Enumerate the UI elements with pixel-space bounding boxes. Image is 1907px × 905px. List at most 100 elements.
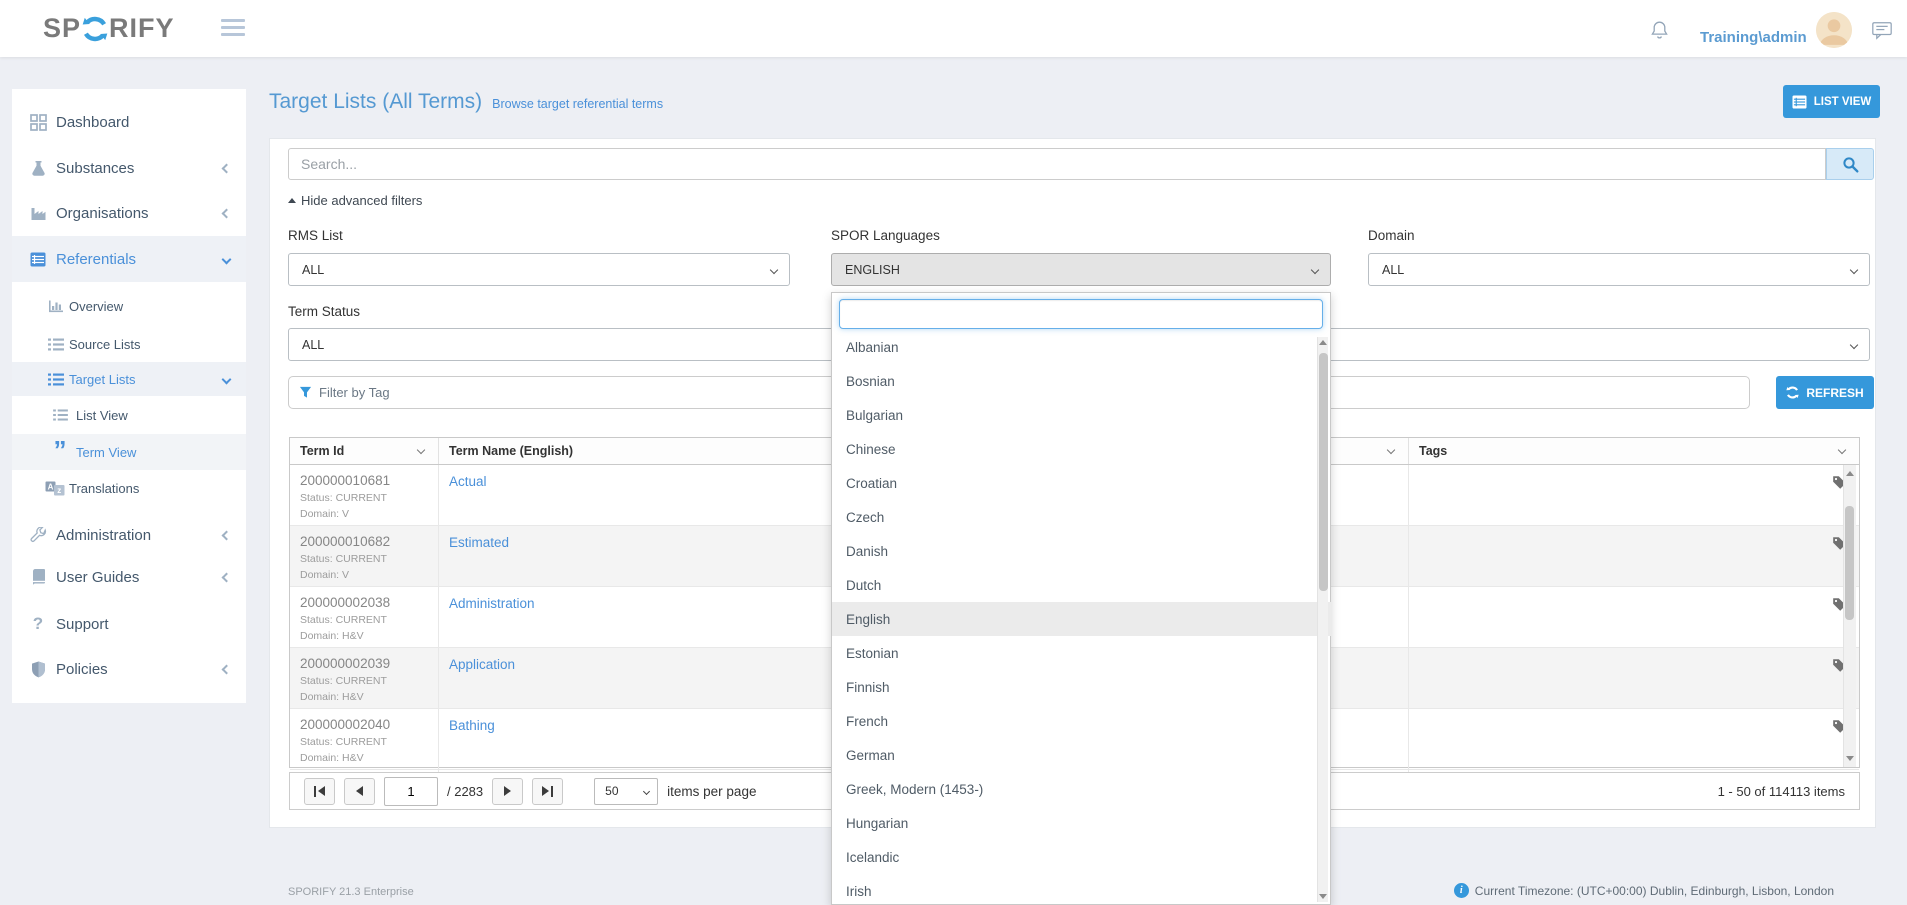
language-option[interactable]: Irish <box>832 874 1332 905</box>
sidebar-item-support[interactable]: ? Support <box>12 602 246 646</box>
language-option[interactable]: Danish <box>832 534 1332 568</box>
page-size-select[interactable]: 50 <box>594 778 658 805</box>
chevron-down-icon <box>222 374 232 384</box>
question-icon: ? <box>28 614 48 634</box>
domain-select[interactable]: ALL <box>1368 253 1870 286</box>
sidebar-item-overview[interactable]: Overview <box>12 291 246 321</box>
sidebar-item-dashboard[interactable]: Dashboard <box>12 100 246 144</box>
scroll-down-icon[interactable] <box>1319 894 1327 899</box>
column-header-term-id[interactable]: Term Id <box>290 438 439 464</box>
chevron-down-icon <box>222 254 232 264</box>
next-page-button[interactable] <box>492 778 523 805</box>
language-option[interactable]: Bulgarian <box>832 398 1332 432</box>
refresh-button[interactable]: REFRESH <box>1776 376 1874 409</box>
svg-text:z: z <box>57 486 61 495</box>
spor-languages-select[interactable]: ENGLISH <box>831 253 1331 286</box>
sidebar-item-list-view[interactable]: List View <box>12 400 246 430</box>
chevron-down-icon <box>1850 265 1858 273</box>
sidebar-item-substances[interactable]: Substances <box>12 146 246 190</box>
scroll-up-icon[interactable] <box>1319 340 1327 345</box>
logo-refresh-icon <box>82 16 108 42</box>
term-id-cell: 200000002039 Status: CURRENT Domain: H&V <box>290 648 439 711</box>
search-input[interactable] <box>288 148 1826 180</box>
language-option[interactable]: Czech <box>832 500 1332 534</box>
chevron-down-icon <box>770 265 778 273</box>
logo-text-prefix: SP <box>43 13 81 44</box>
language-option[interactable]: Greek, Modern (1453-) <box>832 772 1332 806</box>
term-link[interactable]: Estimated <box>449 535 509 550</box>
dropdown-scrollbar[interactable] <box>1317 337 1328 902</box>
list-icon <box>46 373 66 386</box>
hide-advanced-filters-toggle[interactable]: Hide advanced filters <box>288 193 422 208</box>
language-option[interactable]: Croatian <box>832 466 1332 500</box>
sidebar-item-target-lists[interactable]: Target Lists <box>12 362 246 396</box>
avatar[interactable] <box>1816 12 1852 48</box>
timezone-info: i Current Timezone: (UTC+00:00) Dublin, … <box>1454 883 1834 898</box>
scrollbar-thumb[interactable] <box>1319 353 1328 591</box>
sidebar-item-user-guides[interactable]: User Guides <box>12 555 246 599</box>
tags-cell <box>1409 709 1859 772</box>
feedback-chat-icon[interactable] <box>1872 22 1892 45</box>
sidebar-item-term-view[interactable]: ” Term View <box>12 434 246 470</box>
language-option-selected[interactable]: English <box>832 602 1332 636</box>
sidebar-item-referentials[interactable]: Referentials <box>12 236 246 282</box>
book-icon <box>28 569 48 586</box>
first-page-button[interactable] <box>304 778 335 805</box>
term-link[interactable]: Bathing <box>449 718 495 733</box>
search-icon <box>1842 156 1859 173</box>
term-link[interactable]: Actual <box>449 474 487 489</box>
table-scrollbar[interactable] <box>1843 465 1856 767</box>
term-id-cell: 200000002038 Status: CURRENT Domain: H&V <box>290 587 439 650</box>
browse-terms-link[interactable]: Browse target referential terms <box>492 97 663 111</box>
svg-text:A: A <box>48 482 54 491</box>
notifications-bell-icon[interactable] <box>1650 20 1669 46</box>
language-option[interactable]: Chinese <box>832 432 1332 466</box>
language-option[interactable]: Bosnian <box>832 364 1332 398</box>
scrollbar-thumb[interactable] <box>1845 506 1854 620</box>
info-icon: i <box>1454 883 1469 898</box>
scroll-down-icon[interactable] <box>1846 756 1854 761</box>
chevron-left-icon <box>222 664 232 674</box>
spor-languages-dropdown: Albanian Bosnian Bulgarian Chinese Croat… <box>831 292 1331 905</box>
referentials-icon <box>28 252 48 267</box>
language-option[interactable]: Icelandic <box>832 840 1332 874</box>
current-user[interactable]: Training\admin <box>1700 29 1807 46</box>
page-title: Target Lists (All Terms) <box>269 90 482 114</box>
domain-label: Domain <box>1368 228 1415 243</box>
sidebar-item-translations[interactable]: A z Translations <box>12 473 246 503</box>
sort-chevron-icon <box>1838 445 1846 453</box>
total-pages: / 2283 <box>447 784 483 799</box>
language-option[interactable]: Estonian <box>832 636 1332 670</box>
tags-cell <box>1409 587 1859 650</box>
column-header-tags[interactable]: Tags <box>1409 438 1859 464</box>
language-option[interactable]: German <box>832 738 1332 772</box>
bar-chart-icon <box>46 299 66 313</box>
term-link[interactable]: Application <box>449 657 515 672</box>
sidebar-item-policies[interactable]: Policies <box>12 647 246 691</box>
sidebar-item-source-lists[interactable]: Source Lists <box>12 329 246 359</box>
sidebar-item-administration[interactable]: Administration <box>12 513 246 557</box>
language-option[interactable]: Albanian <box>832 330 1332 364</box>
sidebar-item-organisations[interactable]: Organisations <box>12 191 246 235</box>
list-view-button[interactable]: LIST VIEW <box>1783 85 1880 118</box>
language-option[interactable]: French <box>832 704 1332 738</box>
language-option[interactable]: Hungarian <box>832 806 1332 840</box>
logo-text-suffix: RIFY <box>109 13 175 44</box>
list-icon <box>46 338 66 351</box>
search-button[interactable] <box>1826 148 1874 180</box>
language-search-input[interactable] <box>839 299 1323 329</box>
term-link[interactable]: Administration <box>449 596 535 611</box>
last-page-button[interactable] <box>532 778 563 805</box>
scroll-up-icon[interactable] <box>1846 471 1854 476</box>
logo: SP RIFY <box>43 13 175 44</box>
previous-page-button[interactable] <box>344 778 375 805</box>
caret-up-icon <box>288 198 296 203</box>
page-number-input[interactable] <box>384 777 438 806</box>
rms-list-select[interactable]: ALL <box>288 253 790 286</box>
menu-toggle-icon[interactable] <box>221 19 245 40</box>
chevron-left-icon <box>222 530 232 540</box>
tags-cell <box>1409 526 1859 589</box>
language-option[interactable]: Finnish <box>832 670 1332 704</box>
sort-chevron-icon <box>1387 445 1395 453</box>
language-option[interactable]: Dutch <box>832 568 1332 602</box>
